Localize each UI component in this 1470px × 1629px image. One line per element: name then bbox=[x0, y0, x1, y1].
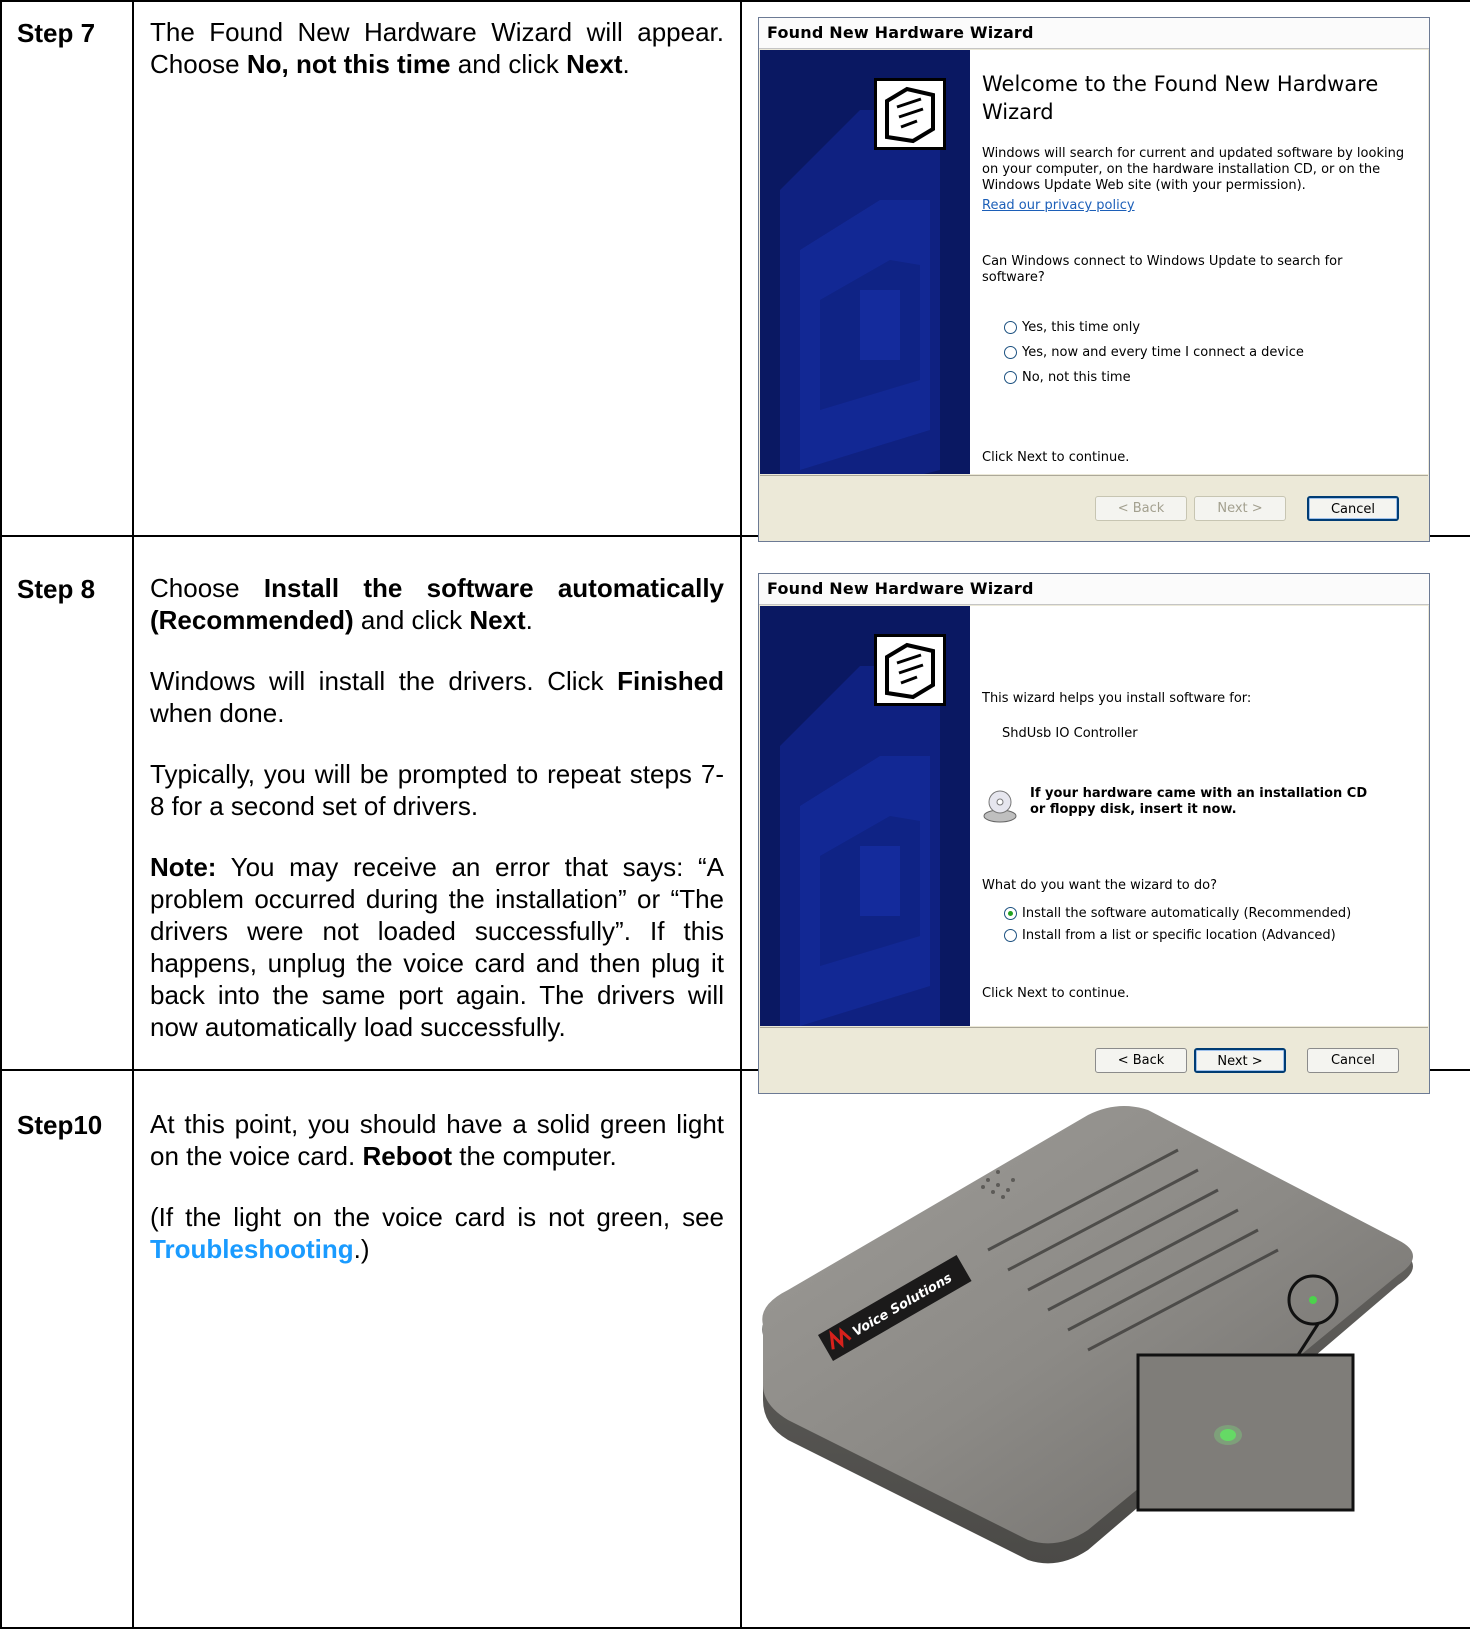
wizard-helps-text: This wizard helps you install software f… bbox=[982, 691, 1252, 706]
device-name: ShdUsb IO Controller bbox=[1002, 726, 1138, 741]
hardware-icon bbox=[874, 634, 946, 706]
continue-text: Click Next to continue. bbox=[982, 986, 1130, 1001]
instruction-bold: Next bbox=[469, 605, 526, 635]
radio-yes-every-time[interactable]: Yes, now and every time I connect a devi… bbox=[1004, 345, 1304, 361]
table-border-top bbox=[0, 0, 1470, 2]
cd-drive-icon bbox=[982, 788, 1018, 824]
voice-card-photo: Voice Solutions bbox=[758, 1100, 1448, 1620]
instruction-text: Choose bbox=[150, 573, 264, 603]
step-instructions: The Found New Hardware Wizard will appea… bbox=[150, 16, 724, 109]
radio-circle-icon bbox=[1004, 346, 1017, 359]
instruction-bold: Finished bbox=[617, 666, 724, 696]
instruction-text: when done. bbox=[150, 698, 285, 728]
instruction-bold: Reboot bbox=[362, 1141, 453, 1171]
instruction-paragraph: At this point, you should have a solid g… bbox=[150, 1108, 724, 1172]
step-label: Step10 bbox=[17, 1110, 103, 1140]
table-border-left bbox=[0, 0, 2, 1629]
column-divider bbox=[132, 0, 134, 1629]
instruction-text: and click bbox=[353, 605, 470, 635]
wizard-question: Can Windows connect to Windows Update to… bbox=[982, 254, 1343, 285]
instruction-paragraph: (If the light on the voice card is not g… bbox=[150, 1201, 724, 1265]
wizard-footer: < Back Next > Cancel bbox=[760, 475, 1428, 540]
instruction-bold: Note: bbox=[150, 852, 217, 882]
radio-install-automatically[interactable]: Install the software automatically (Reco… bbox=[1004, 906, 1351, 922]
wizard-side-banner bbox=[760, 606, 970, 1026]
next-button[interactable]: Next > bbox=[1194, 496, 1286, 521]
instruction-paragraph: The Found New Hardware Wizard will appea… bbox=[150, 16, 724, 80]
cancel-button[interactable]: Cancel bbox=[1307, 1048, 1399, 1073]
wizard-intro: Windows will search for current and upda… bbox=[982, 146, 1405, 193]
instruction-paragraph: Note: You may receive an error that says… bbox=[150, 851, 724, 1043]
instruction-text: Windows will install the drivers. Click bbox=[150, 666, 618, 696]
radio-yes-this-time[interactable]: Yes, this time only bbox=[1004, 320, 1140, 336]
radio-circle-icon bbox=[1004, 321, 1017, 334]
wizard-side-banner bbox=[760, 50, 970, 474]
troubleshooting-link[interactable]: Troubleshooting bbox=[150, 1234, 354, 1264]
radio-circle-icon bbox=[1004, 371, 1017, 384]
wizard-content: Welcome to the Found New Hardware Wizard… bbox=[982, 50, 1408, 474]
step-label: Step 8 bbox=[17, 574, 96, 604]
instruction-text: You may receive an error that says: “A p… bbox=[150, 852, 724, 1042]
instruction-text: Typically, you will be prompted to repea… bbox=[150, 759, 724, 821]
instruction-text: and click bbox=[450, 49, 567, 79]
wizard-title: Found New Hardware Wizard bbox=[759, 18, 1429, 49]
radio-no-not-this-time[interactable]: No, not this time bbox=[1004, 370, 1131, 386]
cancel-button[interactable]: Cancel bbox=[1307, 496, 1399, 521]
wizard-dialog: Found New Hardware Wizard Welcome to the… bbox=[758, 17, 1430, 542]
instruction-text: .) bbox=[353, 1234, 370, 1264]
column-divider bbox=[740, 0, 742, 1629]
back-button[interactable]: < Back bbox=[1095, 496, 1187, 521]
next-button[interactable]: Next > bbox=[1194, 1048, 1286, 1073]
wizard-body: Welcome to the Found New Hardware Wizard… bbox=[760, 50, 1428, 474]
cd-note: If your hardware came with an installati… bbox=[982, 786, 1382, 823]
wizard-question: What do you want the wizard to do? bbox=[982, 878, 1218, 893]
wizard-title: Found New Hardware Wizard bbox=[759, 574, 1429, 605]
instruction-text: . bbox=[525, 605, 533, 635]
radio-install-from-list[interactable]: Install from a list or specific location… bbox=[1004, 928, 1336, 944]
wizard-content: This wizard helps you install software f… bbox=[982, 606, 1408, 1026]
radio-circle-icon bbox=[1004, 929, 1017, 942]
instruction-bold: Next bbox=[566, 49, 623, 79]
back-button[interactable]: < Back bbox=[1095, 1048, 1187, 1073]
instruction-bold: No, not this time bbox=[246, 49, 451, 79]
instruction-paragraph: Choose Install the software automaticall… bbox=[150, 572, 724, 636]
hardware-icon bbox=[874, 78, 946, 150]
wizard-heading: Welcome to the Found New Hardware Wizard bbox=[982, 72, 1379, 124]
instruction-paragraph: Typically, you will be prompted to repea… bbox=[150, 758, 724, 822]
step-instructions: At this point, you should have a solid g… bbox=[150, 1108, 724, 1294]
step-label: Step 7 bbox=[17, 18, 96, 48]
wizard-footer: < Back Next > Cancel bbox=[760, 1027, 1428, 1092]
step-instructions: Choose Install the software automaticall… bbox=[150, 572, 724, 1072]
instruction-paragraph: Windows will install the drivers. Click … bbox=[150, 665, 724, 729]
instruction-text: the computer. bbox=[452, 1141, 617, 1171]
wizard-dialog: Found New Hardware Wizard This wizard he… bbox=[758, 573, 1430, 1094]
radio-selected-icon bbox=[1004, 907, 1017, 920]
instruction-text: (If the light on the voice card is not g… bbox=[150, 1202, 724, 1232]
continue-text: Click Next to continue. bbox=[982, 450, 1130, 465]
wizard-body: This wizard helps you install software f… bbox=[760, 606, 1428, 1026]
instruction-text: . bbox=[622, 49, 630, 79]
privacy-policy-link[interactable]: Read our privacy policy bbox=[982, 198, 1408, 214]
